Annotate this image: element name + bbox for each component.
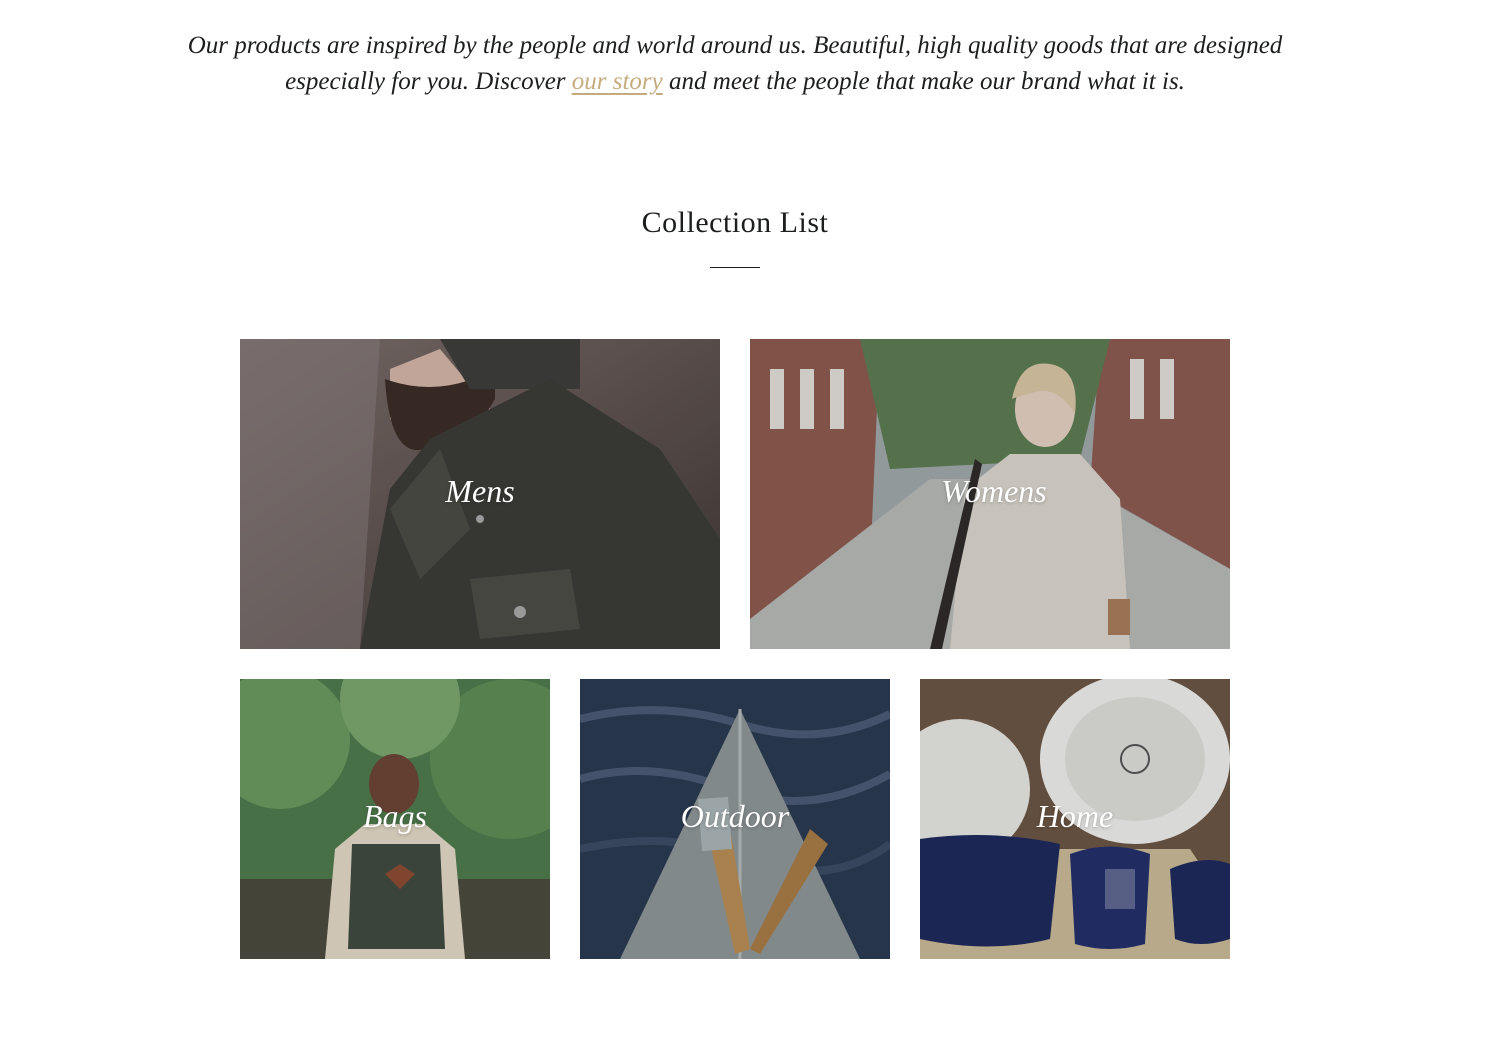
our-story-link[interactable]: our story xyxy=(572,68,663,95)
collection-tile-home[interactable]: Home xyxy=(920,679,1230,959)
bags-label: Bags xyxy=(363,798,427,834)
home-label: Home xyxy=(1036,798,1114,834)
outdoor-label: Outdoor xyxy=(680,798,790,834)
womens-label: Womens xyxy=(941,473,1047,509)
collection-tile-outdoor[interactable]: Outdoor xyxy=(580,679,890,959)
intro-text-after: and meet the people that make our brand … xyxy=(662,68,1185,95)
title-divider xyxy=(710,267,760,268)
mens-label: Mens xyxy=(445,473,515,509)
collection-list-title: Collection List xyxy=(641,206,829,239)
collection-tile-womens[interactable]: Womens xyxy=(750,339,1230,649)
intro-paragraph: Our products are inspired by the people … xyxy=(150,28,1320,100)
collection-tile-bags[interactable]: Bags xyxy=(240,679,550,959)
collection-tile-mens[interactable]: Mens xyxy=(240,339,720,649)
